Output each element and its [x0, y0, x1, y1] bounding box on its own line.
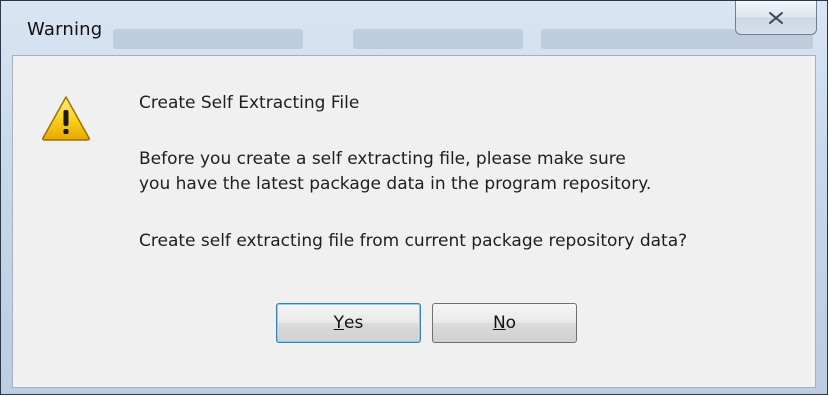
warning-dialog-window: Warning Create Self Extracting File Befo… [0, 0, 828, 395]
question-text: Create self extracting file from current… [139, 231, 688, 251]
dialog-heading: Create Self Extracting File [139, 93, 360, 113]
message-line-1: Before you create a self extracting file… [139, 149, 626, 169]
message-line-2: you have the latest package data in the … [139, 174, 652, 194]
background-glass-blur [113, 29, 303, 49]
no-label-rest: o [505, 313, 517, 333]
background-glass-blur [353, 29, 523, 49]
dialog-content: Create Self Extracting File Before you c… [12, 55, 816, 388]
yes-accelerator: Y [333, 313, 345, 333]
dialog-title: Warning [27, 19, 103, 40]
title-bar[interactable]: Warning [1, 1, 827, 55]
yes-label-rest: es [344, 313, 364, 333]
warning-icon [42, 96, 90, 141]
no-button[interactable]: No [432, 303, 577, 343]
no-accelerator: N [492, 313, 506, 333]
yes-button[interactable]: Yes [276, 303, 421, 343]
close-icon [769, 11, 783, 24]
close-button[interactable] [735, 1, 817, 35]
